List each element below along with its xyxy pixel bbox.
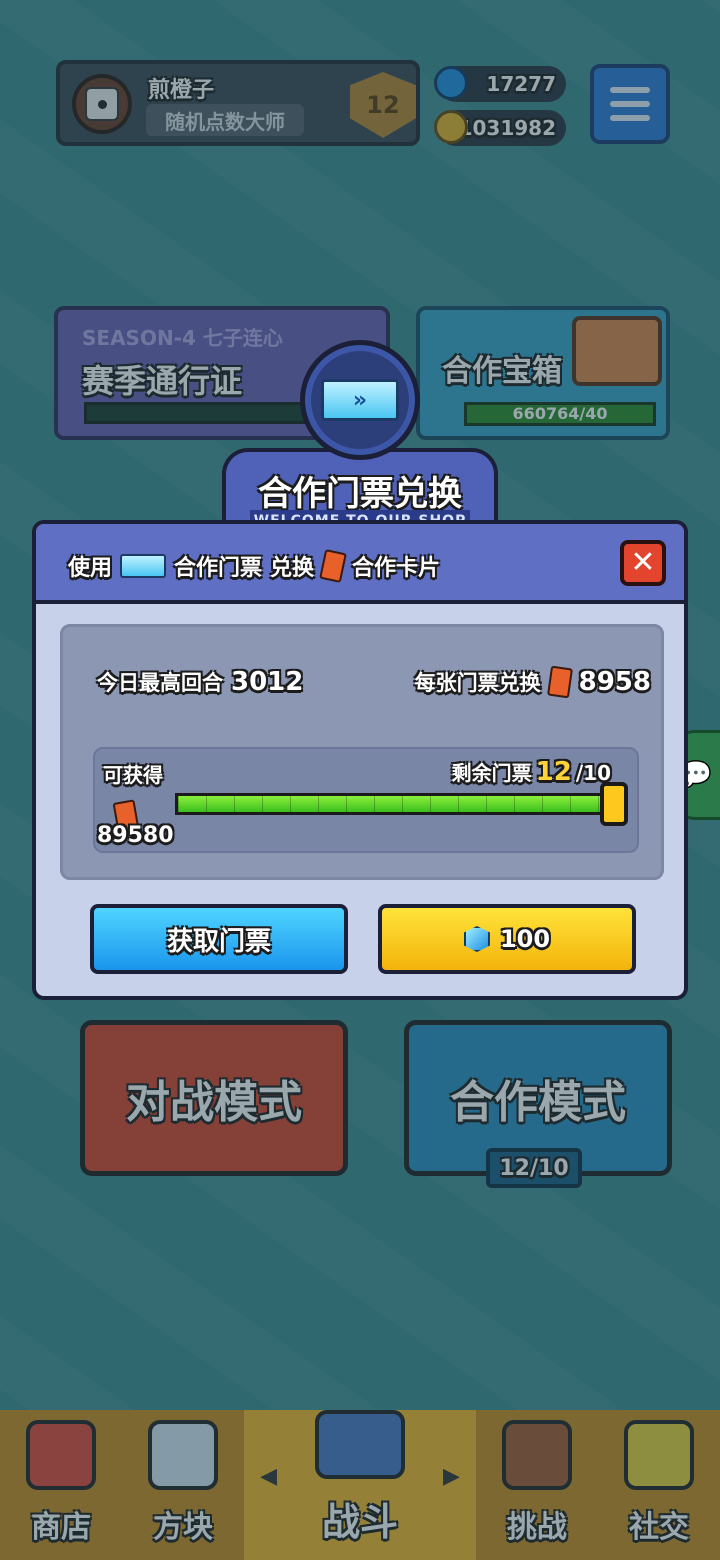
today-best-label: 今日最高回合: [97, 671, 223, 695]
header-ticket: 合作门票: [174, 556, 263, 581]
ticket-icon: [120, 554, 167, 578]
modal-title: 合作门票兑换: [258, 474, 462, 514]
card-icon: [319, 549, 347, 583]
today-best: 今日最高回合 3012: [97, 667, 303, 697]
ticket-exchange-dialog: 合作门票兑换 WELCOME TO OUR SHOP 使用 合作门票 兑换 合作…: [0, 0, 720, 1560]
per-ticket-value: 8958: [578, 667, 651, 697]
obtain-label: 可获得: [103, 763, 163, 787]
today-best-value: 3012: [231, 667, 304, 697]
remaining-current: 12: [535, 757, 572, 787]
per-ticket-label: 每张门票兑换: [414, 671, 541, 695]
header-card: 合作卡片: [352, 556, 441, 581]
modal-header: 使用 合作门票 兑换 合作卡片 ✕: [36, 524, 684, 604]
exchange-info-panel: 今日最高回合 3012 每张门票兑换 8958 可获得 剩余门票 12 /10 …: [60, 624, 664, 880]
close-button[interactable]: ✕: [620, 540, 666, 586]
modal-header-text: 使用 合作门票 兑换 合作卡片: [68, 549, 441, 583]
card-icon: [546, 665, 573, 699]
progress-knob: [600, 782, 628, 826]
ticket-icon: »: [321, 379, 399, 421]
ticket-progress-bar: [175, 782, 628, 826]
ticket-progress-fill: [178, 796, 612, 812]
header-use: 使用: [68, 556, 113, 581]
buy-price: 100: [499, 925, 551, 953]
get-ticket-button[interactable]: 获取门票: [90, 904, 348, 974]
ticket-emblem: »: [300, 340, 420, 460]
header-exchange: 兑换: [270, 556, 315, 581]
modal-body: 使用 合作门票 兑换 合作卡片 ✕ 今日最高回合 3012 每张门票兑换 895…: [32, 520, 688, 1000]
remaining-tickets: 剩余门票 12 /10: [452, 757, 611, 787]
per-ticket-exchange: 每张门票兑换 8958: [414, 665, 651, 699]
buy-ticket-button[interactable]: 100: [378, 904, 636, 974]
ticket-progress-box: 可获得 剩余门票 12 /10 89580: [93, 747, 639, 853]
remaining-label: 剩余门票: [451, 761, 532, 785]
obtain-value: 89580: [97, 823, 174, 848]
gem-icon: [463, 926, 490, 952]
